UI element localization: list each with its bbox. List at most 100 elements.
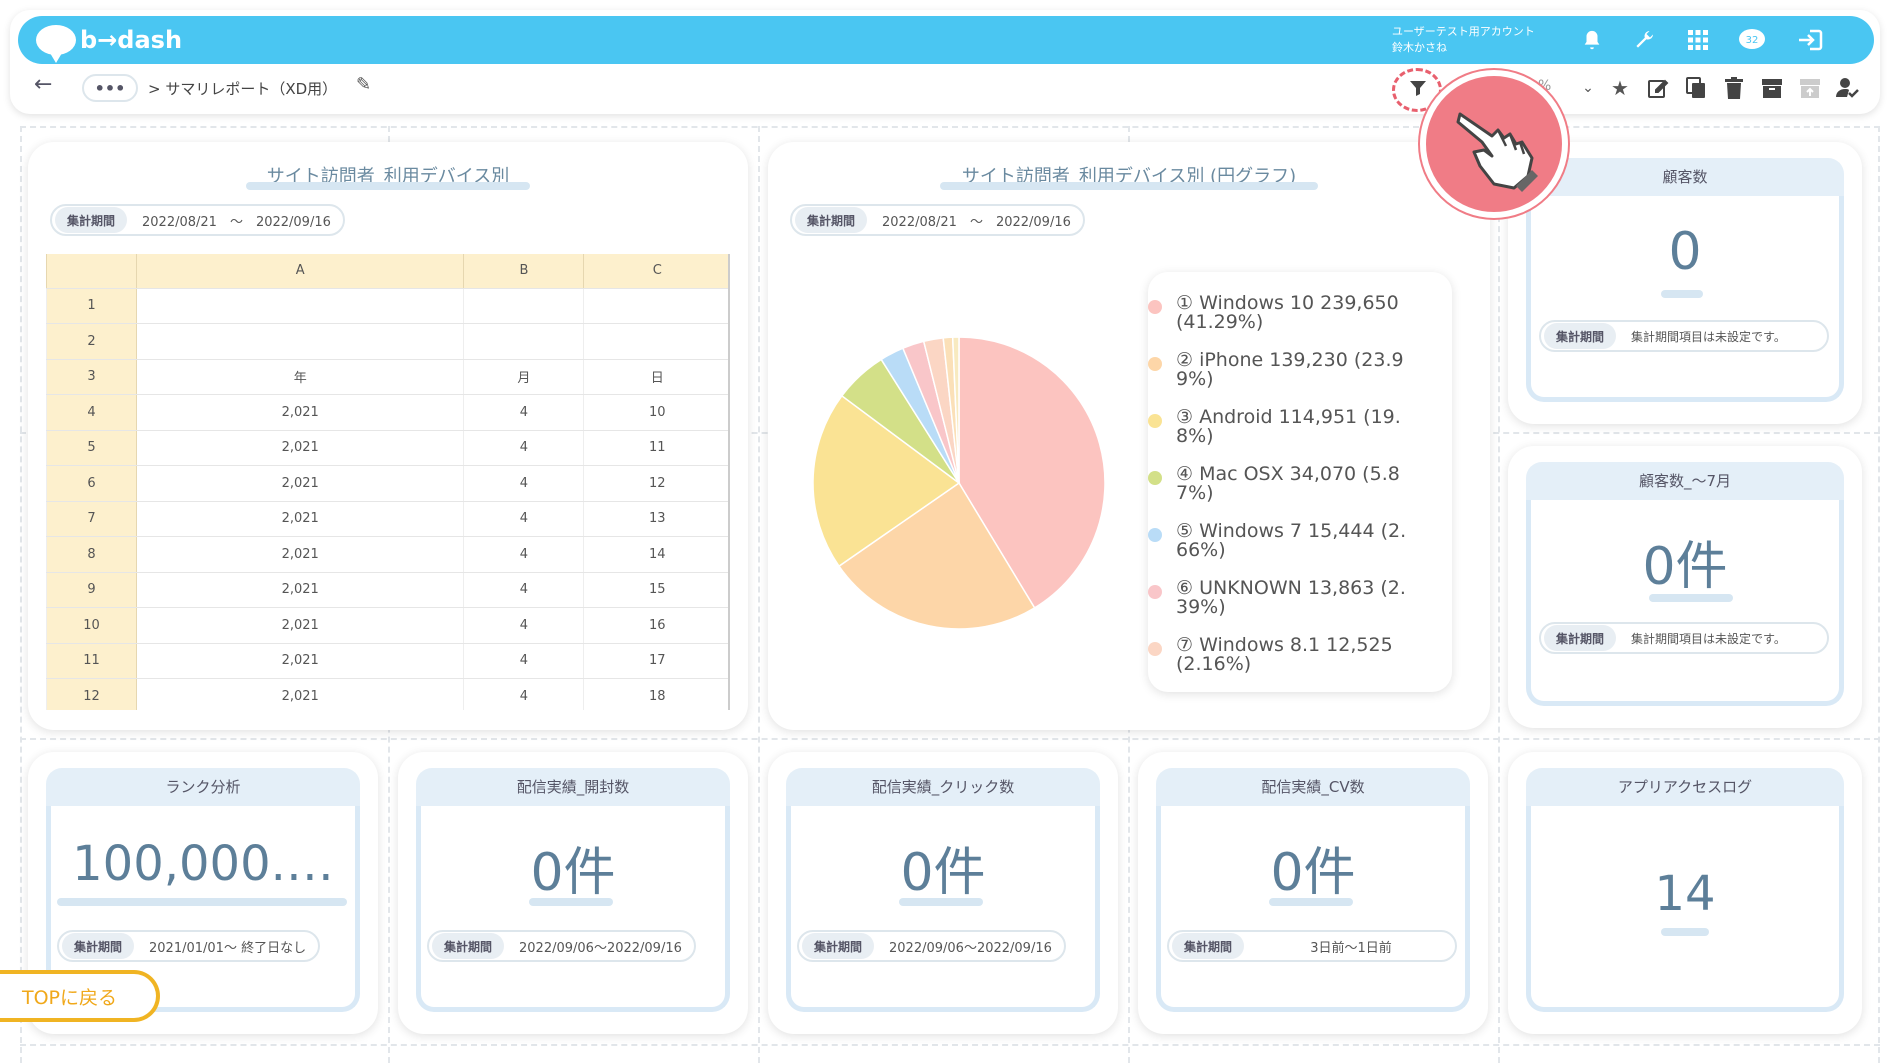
table-cell[interactable] [135, 288, 464, 324]
kpi-card-app-log[interactable]: アプリアクセスログ 14 [1508, 752, 1862, 1034]
table-cell[interactable]: 12 [583, 465, 728, 502]
row-number-cell[interactable]: 5 [46, 430, 137, 466]
table-cell[interactable]: 4 [463, 536, 584, 573]
table-cell[interactable]: 4 [463, 394, 584, 431]
row-number-cell[interactable]: 3 [46, 359, 137, 395]
edit-title-icon[interactable]: ✎ [356, 74, 371, 95]
table-cell[interactable]: 4 [463, 465, 584, 502]
pie-legend[interactable]: ① Windows 10 239,650 (41.29%) ② iPhone 13… [1148, 272, 1452, 692]
kpi-card-opens[interactable]: 配信実績_開封数 0件 集計期間 2022/09/06～2022/09/16 [398, 752, 748, 1034]
legend-item[interactable]: ① Windows 10 239,650 (41.29%) [1148, 294, 1436, 332]
kpi-underline [1661, 290, 1703, 298]
table-cell[interactable] [583, 323, 728, 360]
table-cell[interactable]: 4 [463, 572, 584, 608]
unarchive-icon[interactable] [1796, 74, 1824, 102]
period-value: 2022/08/21 ～ 2022/09/16 [882, 214, 1071, 230]
table-cell[interactable]: 4 [463, 430, 584, 466]
table-cell[interactable]: 13 [583, 501, 728, 537]
pie-chart[interactable] [808, 332, 1110, 634]
breadcrumb-more-button[interactable]: ••• [82, 74, 138, 102]
legend-item[interactable]: ⑦ Windows 8.1 12,525 (2.16%) [1148, 636, 1436, 674]
table-cell[interactable]: 15 [583, 572, 728, 608]
sheet-header-row: A B C [46, 254, 728, 289]
spreadsheet[interactable]: A B C 1 2 3 年月日 4 2,021 4 10 5 2,021 4 11 6 2,021 4 12 7… [46, 254, 730, 710]
legend-swatch [1148, 357, 1162, 371]
legend-item[interactable]: ② iPhone 139,230 (23.9 9%) [1148, 351, 1436, 389]
table-cell[interactable] [583, 288, 728, 324]
pointing-hand-icon [1456, 112, 1538, 192]
kpi-box: 14 [1526, 806, 1844, 1012]
zoom-dropdown-chevron-icon[interactable]: ⌄ [1574, 74, 1602, 102]
row-number-cell[interactable]: 8 [46, 536, 137, 573]
star-icon[interactable]: ★ [1606, 74, 1634, 102]
period-label: 集計期間 [432, 933, 505, 959]
table-cell[interactable]: 10 [583, 394, 728, 431]
table-cell[interactable]: 4 [463, 607, 584, 644]
table-cell[interactable] [463, 323, 584, 360]
table-cell[interactable]: 2,021 [135, 501, 464, 537]
row-number-cell[interactable]: 12 [46, 678, 137, 710]
bell-icon[interactable] [1576, 24, 1608, 56]
table-cell[interactable]: 2,021 [135, 394, 464, 431]
column-header[interactable]: C [583, 254, 728, 289]
table-cell[interactable] [463, 288, 584, 324]
edit-note-icon[interactable] [1644, 74, 1672, 102]
row-number-cell[interactable]: 10 [46, 607, 137, 644]
kpi-title: 配信実績_開封数 [416, 768, 730, 806]
grid-apps-icon[interactable] [1682, 24, 1714, 56]
back-to-top-button[interactable]: TOPに戻る [0, 970, 160, 1022]
table-cell[interactable]: 4 [463, 501, 584, 537]
table-cell[interactable] [135, 323, 464, 360]
logout-icon[interactable] [1794, 24, 1826, 56]
table-cell[interactable]: 2,021 [135, 536, 464, 573]
table-cell[interactable]: 2,021 [135, 465, 464, 502]
table-cell[interactable]: 年 [135, 359, 464, 395]
table-cell[interactable]: 月 [463, 359, 584, 395]
period-pill: 集計期間 2022/08/21 ～ 2022/09/16 [790, 204, 1085, 236]
legend-item[interactable]: ⑤ Windows 7 15,444 (2. 66%) [1148, 522, 1436, 560]
kpi-card-clicks[interactable]: 配信実績_クリック数 0件 集計期間 2022/09/06～2022/09/16 [768, 752, 1118, 1034]
table-cell[interactable]: 16 [583, 607, 728, 644]
table-row: 8 2,021 4 14 [46, 536, 728, 573]
period-value: 2021/01/01～ 終了日なし [149, 940, 307, 956]
kpi-card-cv[interactable]: 配信実績_CV数 0件 集計期間 3日前～1日前 [1138, 752, 1488, 1034]
wrench-icon[interactable] [1628, 24, 1660, 56]
table-cell[interactable]: 18 [583, 678, 728, 710]
row-number-cell[interactable]: 2 [46, 323, 137, 360]
row-number-cell[interactable]: 6 [46, 465, 137, 502]
kpi-card-customers[interactable]: 顧客数 0 集計期間 集計期間項目は未設定です。 [1508, 142, 1862, 424]
user-check-icon[interactable] [1834, 74, 1862, 102]
trash-icon[interactable] [1720, 74, 1748, 102]
table-cell[interactable]: 11 [583, 430, 728, 466]
table-cell[interactable]: 2,021 [135, 430, 464, 466]
table-row: 6 2,021 4 12 [46, 465, 728, 502]
legend-item[interactable]: ⑥ UNKNOWN 13,863 (2. 39%) [1148, 579, 1436, 617]
table-cell[interactable]: 2,021 [135, 572, 464, 608]
row-number-cell[interactable]: 7 [46, 501, 137, 537]
period-label: 集計期間 [1172, 933, 1245, 959]
row-number-cell[interactable]: 1 [46, 288, 137, 324]
table-cell[interactable]: 4 [463, 678, 584, 710]
back-arrow-icon[interactable]: ← [34, 72, 52, 97]
kpi-box: 0 集計期間 集計期間項目は未設定です。 [1526, 196, 1844, 402]
row-number-cell[interactable]: 9 [46, 572, 137, 608]
row-number-cell[interactable]: 11 [46, 643, 137, 679]
account-info[interactable]: ユーザーテスト用アカウント 鈴木かさね [1392, 24, 1535, 56]
table-cell[interactable]: 2,021 [135, 607, 464, 644]
table-cell[interactable]: 日 [583, 359, 728, 395]
archive-icon[interactable] [1758, 74, 1786, 102]
row-number-cell[interactable]: 4 [46, 394, 137, 431]
kpi-card-customers-july[interactable]: 顧客数_～7月 0件 集計期間 集計期間項目は未設定です。 [1508, 446, 1862, 728]
column-header[interactable]: A [135, 254, 464, 289]
column-header[interactable]: B [463, 254, 584, 289]
table-cell[interactable]: 4 [463, 643, 584, 679]
notification-cloud-icon[interactable]: 32 [1736, 24, 1768, 56]
table-cell[interactable]: 17 [583, 643, 728, 679]
copy-icon[interactable] [1682, 74, 1710, 102]
table-cell[interactable]: 2,021 [135, 643, 464, 679]
table-cell[interactable]: 2,021 [135, 678, 464, 710]
legend-item[interactable]: ④ Mac OSX 34,070 (5.8 7%) [1148, 465, 1436, 503]
table-cell[interactable]: 14 [583, 536, 728, 573]
legend-item[interactable]: ③ Android 114,951 (19. 8%) [1148, 408, 1436, 446]
logo[interactable]: b→dash [36, 22, 182, 63]
